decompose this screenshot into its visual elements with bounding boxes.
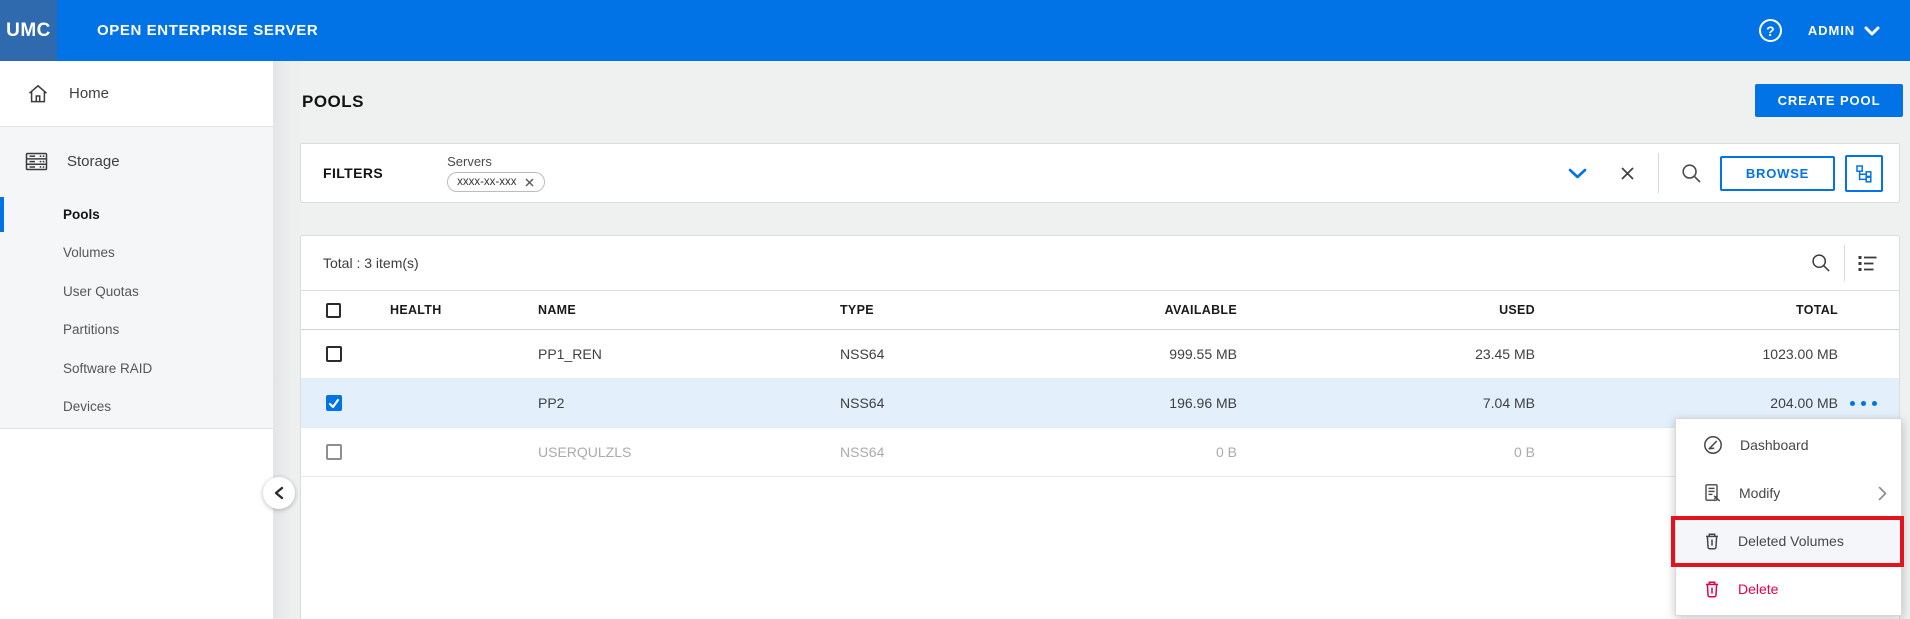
- sidebar-item-storage[interactable]: Storage: [0, 127, 273, 195]
- sidebar-item-software-raid[interactable]: Software RAID: [0, 349, 273, 388]
- storage-section: Storage Pools Volumes User Quotas Partition…: [0, 127, 273, 429]
- servers-filter-group: Servers xxxx-xx-xxx: [447, 154, 545, 192]
- user-menu-label: ADMIN: [1807, 23, 1855, 38]
- chip-remove-icon[interactable]: [524, 177, 535, 188]
- column-header-available[interactable]: AVAILABLE: [1000, 303, 1237, 317]
- topbar-right: ? ADMIN: [1758, 0, 1880, 61]
- chevron-right-icon: [1878, 486, 1887, 501]
- context-menu-item-label: Dashboard: [1740, 437, 1809, 453]
- trash-icon: [1703, 532, 1721, 551]
- filters-label: FILTERS: [323, 165, 384, 181]
- pool-type-cell: NSS64: [840, 346, 885, 362]
- help-icon[interactable]: ?: [1758, 19, 1782, 42]
- column-header-used[interactable]: USED: [1237, 303, 1535, 317]
- select-all-checkbox[interactable]: [326, 302, 341, 318]
- sidebar: Home Storage Pools Volumes User Quotas Part…: [0, 61, 273, 619]
- context-menu-item-deleted-volumes[interactable]: Deleted Volumes: [1676, 517, 1901, 565]
- home-icon: [27, 83, 49, 104]
- context-menu-item-delete[interactable]: Delete: [1676, 565, 1901, 613]
- top-bar: UMC OPEN ENTERPRISE SERVER ? ADMIN: [0, 0, 1910, 61]
- table-tools: [1811, 245, 1899, 281]
- table-row[interactable]: PP2 NSS64 196.96 MB 7.04 MB 204.00 MB: [301, 379, 1899, 428]
- context-menu-item-modify[interactable]: Modify: [1676, 469, 1901, 517]
- storage-nav: Pools Volumes User Quotas Partitions Softwar…: [0, 195, 273, 426]
- user-menu[interactable]: ADMIN: [1808, 23, 1880, 38]
- sidebar-collapse-button[interactable]: [263, 477, 295, 509]
- product-title: OPEN ENTERPRISE SERVER: [97, 22, 319, 39]
- chevron-left-icon: [274, 486, 284, 500]
- server-filter-chip[interactable]: xxxx-xx-xxx: [447, 172, 545, 192]
- main-content: POOLS CREATE POOL FILTERS Servers xxxx-x…: [300, 61, 1903, 619]
- divider: [1658, 153, 1659, 193]
- available-cell: 0 B: [1215, 444, 1237, 460]
- row-checkbox[interactable]: [326, 395, 342, 411]
- total-cell: 204.00 MB: [1770, 395, 1838, 411]
- row-actions-menu-icon[interactable]: [1850, 400, 1899, 406]
- table-body: PP1_REN NSS64 999.55 MB 23.45 MB 1023.00…: [301, 330, 1899, 477]
- trash-icon: [1703, 580, 1721, 599]
- modify-icon: [1703, 483, 1722, 503]
- divider: [1844, 245, 1845, 281]
- filters-search-icon[interactable]: [1681, 163, 1702, 184]
- app-window: UMC OPEN ENTERPRISE SERVER ? ADMIN Home: [0, 0, 1910, 619]
- context-menu-item-label: Delete: [1738, 581, 1779, 597]
- total-items-label: Total : 3 item(s): [323, 255, 419, 271]
- used-cell: 23.45 MB: [1475, 346, 1535, 362]
- sidebar-item-volumes[interactable]: Volumes: [0, 234, 273, 273]
- available-cell: 999.55 MB: [1169, 346, 1237, 362]
- create-pool-button[interactable]: CREATE POOL: [1755, 84, 1903, 117]
- table-summary-bar: Total : 3 item(s): [301, 236, 1899, 291]
- sidebar-gutter: [273, 61, 300, 619]
- sidebar-item-devices[interactable]: Devices: [0, 388, 273, 427]
- column-header-name[interactable]: NAME: [538, 303, 840, 317]
- sidebar-item-partitions[interactable]: Partitions: [0, 311, 273, 350]
- row-context-menu: Dashboard Modify Deleted Volumes Delete: [1675, 418, 1902, 616]
- pool-type-cell: NSS64: [840, 444, 885, 460]
- filters-actions: BROWSE: [1568, 153, 1899, 193]
- sidebar-item-user-quotas[interactable]: User Quotas: [0, 272, 273, 311]
- table-search-icon[interactable]: [1811, 253, 1831, 273]
- sidebar-item-home[interactable]: Home: [0, 61, 273, 127]
- context-menu-item-label: Modify: [1739, 485, 1781, 501]
- column-header-total[interactable]: TOTAL: [1535, 303, 1838, 317]
- dashboard-icon: [1703, 435, 1723, 455]
- filters-expand-chevron-icon[interactable]: [1568, 168, 1587, 179]
- server-filter-chip-label: xxxx-xx-xxx: [457, 176, 517, 188]
- context-menu-item-label: Deleted Volumes: [1738, 533, 1844, 549]
- sidebar-item-pools[interactable]: Pools: [0, 195, 273, 234]
- filters-clear-icon[interactable]: [1619, 165, 1636, 182]
- object-tree-button[interactable]: [1845, 154, 1883, 192]
- pool-name-cell: PP2: [538, 395, 565, 411]
- row-checkbox[interactable]: [326, 346, 342, 362]
- table-row[interactable]: PP1_REN NSS64 999.55 MB 23.45 MB 1023.00…: [301, 330, 1899, 379]
- pools-table: Total : 3 item(s) HEALTH NAME TYPE AVAIL…: [300, 235, 1900, 619]
- table-row[interactable]: USERQULZLS NSS64 0 B 0 B: [301, 428, 1899, 477]
- pool-name-cell: USERQULZLS: [538, 444, 632, 460]
- total-cell: 1023.00 MB: [1762, 346, 1839, 362]
- column-header-health[interactable]: HEALTH: [360, 303, 538, 317]
- pool-name-cell: PP1_REN: [538, 346, 602, 362]
- browse-button[interactable]: BROWSE: [1720, 155, 1835, 191]
- umc-logo[interactable]: UMC: [0, 0, 57, 61]
- available-cell: 196.96 MB: [1169, 395, 1237, 411]
- servers-filter-label: Servers: [447, 154, 492, 169]
- used-cell: 7.04 MB: [1482, 395, 1535, 411]
- page-title: POOLS: [302, 92, 365, 111]
- chevron-down-icon: [1864, 26, 1880, 36]
- view-options-icon[interactable]: [1858, 255, 1877, 272]
- context-menu-item-dashboard[interactable]: Dashboard: [1676, 421, 1901, 469]
- filters-bar: FILTERS Servers xxxx-xx-xxx BROWSE: [300, 143, 1900, 203]
- storage-icon: [24, 151, 49, 172]
- tree-icon: [1855, 164, 1874, 183]
- sidebar-home-label: Home: [69, 85, 110, 102]
- column-header-type[interactable]: TYPE: [840, 303, 1000, 317]
- sidebar-storage-label: Storage: [67, 152, 120, 170]
- table-header-row: HEALTH NAME TYPE AVAILABLE USED TOTAL: [301, 291, 1899, 330]
- pool-type-cell: NSS64: [840, 395, 885, 411]
- row-checkbox[interactable]: [326, 444, 342, 460]
- used-cell: 0 B: [1513, 444, 1535, 460]
